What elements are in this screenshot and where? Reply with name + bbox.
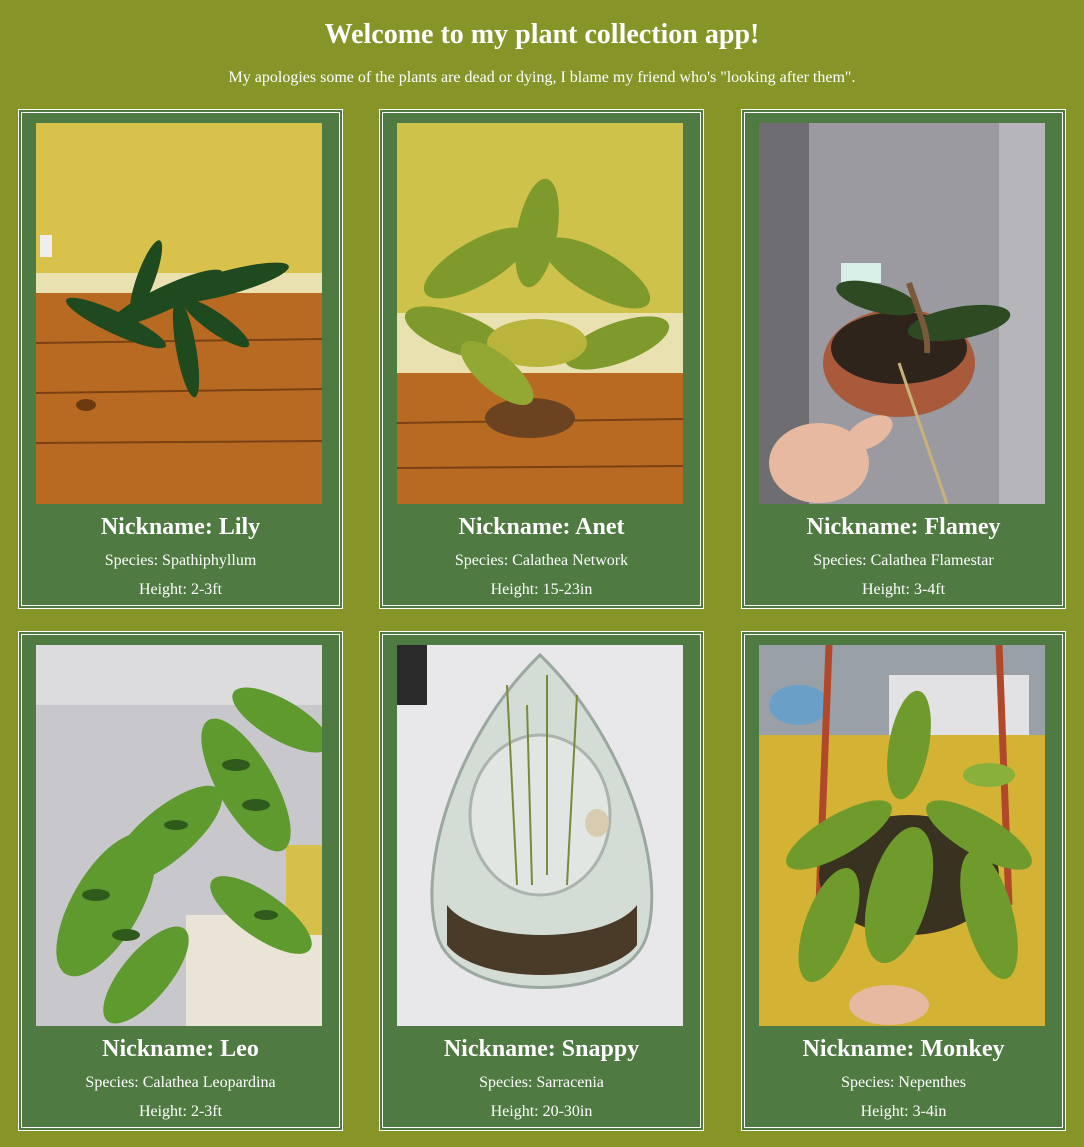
plant-photo-lily: [36, 123, 322, 504]
plant-nickname: Nickname: Flamey: [806, 514, 1001, 540]
plant-photo-anet: [397, 123, 683, 504]
plant-species: Species: Nepenthes: [841, 1074, 966, 1091]
plant-species: Species: Calathea Flamestar: [813, 552, 994, 569]
plant-nickname: Nickname: Snappy: [443, 1036, 640, 1062]
plant-card-snappy: Nickname: Snappy Species: Sarracenia Hei…: [379, 631, 704, 1131]
plant-nickname: Nickname: Anet: [458, 514, 625, 540]
plant-card-monkey: Nickname: Monkey Species: Nepenthes Heig…: [741, 631, 1066, 1131]
plant-species: Species: Spathiphyllum: [104, 552, 257, 569]
plant-height: Height: 15-23in: [490, 581, 593, 598]
plant-card-lily: Nickname: Lily Species: Spathiphyllum He…: [18, 109, 343, 609]
plant-card-flamey: Nickname: Flamey Species: Calathea Flame…: [741, 109, 1066, 609]
page-subtitle: My apologies some of the plants are dead…: [228, 69, 856, 86]
plant-photo-monkey: [759, 645, 1045, 1026]
plant-species: Species: Sarracenia: [479, 1074, 604, 1091]
plant-card-anet: Nickname: Anet Species: Calathea Network…: [379, 109, 704, 609]
plant-height: Height: 3-4ft: [861, 581, 946, 598]
plant-nickname: Nickname: Leo: [102, 1036, 259, 1062]
plant-species: Species: Calathea Network: [454, 552, 629, 569]
plant-height: Height: 3-4in: [860, 1103, 947, 1120]
plant-nickname: Nickname: Monkey: [802, 1036, 1005, 1062]
plant-height: Height: 2-3ft: [138, 581, 223, 598]
plant-card-leo: Nickname: Leo Species: Calathea Leopardi…: [18, 631, 343, 1131]
plant-photo-leo: [36, 645, 322, 1026]
plant-nickname: Nickname: Lily: [100, 514, 261, 540]
plant-photo-flamey: [759, 123, 1045, 504]
plant-height: Height: 20-30in: [490, 1103, 593, 1120]
page-title: Welcome to my plant collection app!: [324, 19, 760, 50]
plant-photo-snappy: [397, 645, 683, 1026]
plant-species: Species: Calathea Leopardina: [85, 1074, 276, 1091]
plant-height: Height: 2-3ft: [138, 1103, 223, 1120]
